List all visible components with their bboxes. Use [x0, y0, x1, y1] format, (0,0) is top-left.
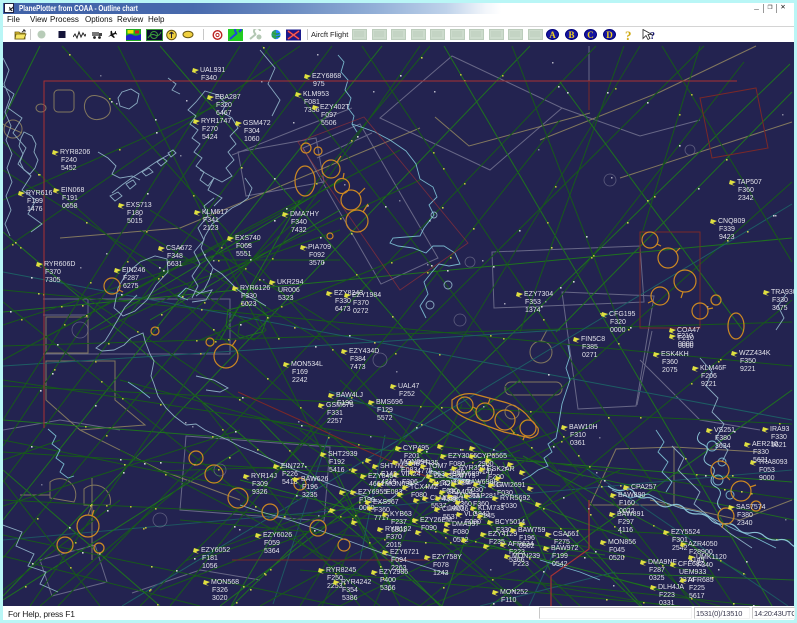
svg-text:CPA257: CPA257	[631, 484, 657, 491]
svg-text:B: B	[568, 30, 574, 40]
svg-text:D: D	[606, 30, 613, 40]
svg-text:?: ?	[625, 28, 632, 43]
svg-text:?: ?	[650, 31, 655, 41]
svg-text:A: A	[549, 30, 556, 40]
svg-text:C: C	[587, 30, 594, 40]
svg-text:F2100000: F2100000	[677, 333, 694, 348]
